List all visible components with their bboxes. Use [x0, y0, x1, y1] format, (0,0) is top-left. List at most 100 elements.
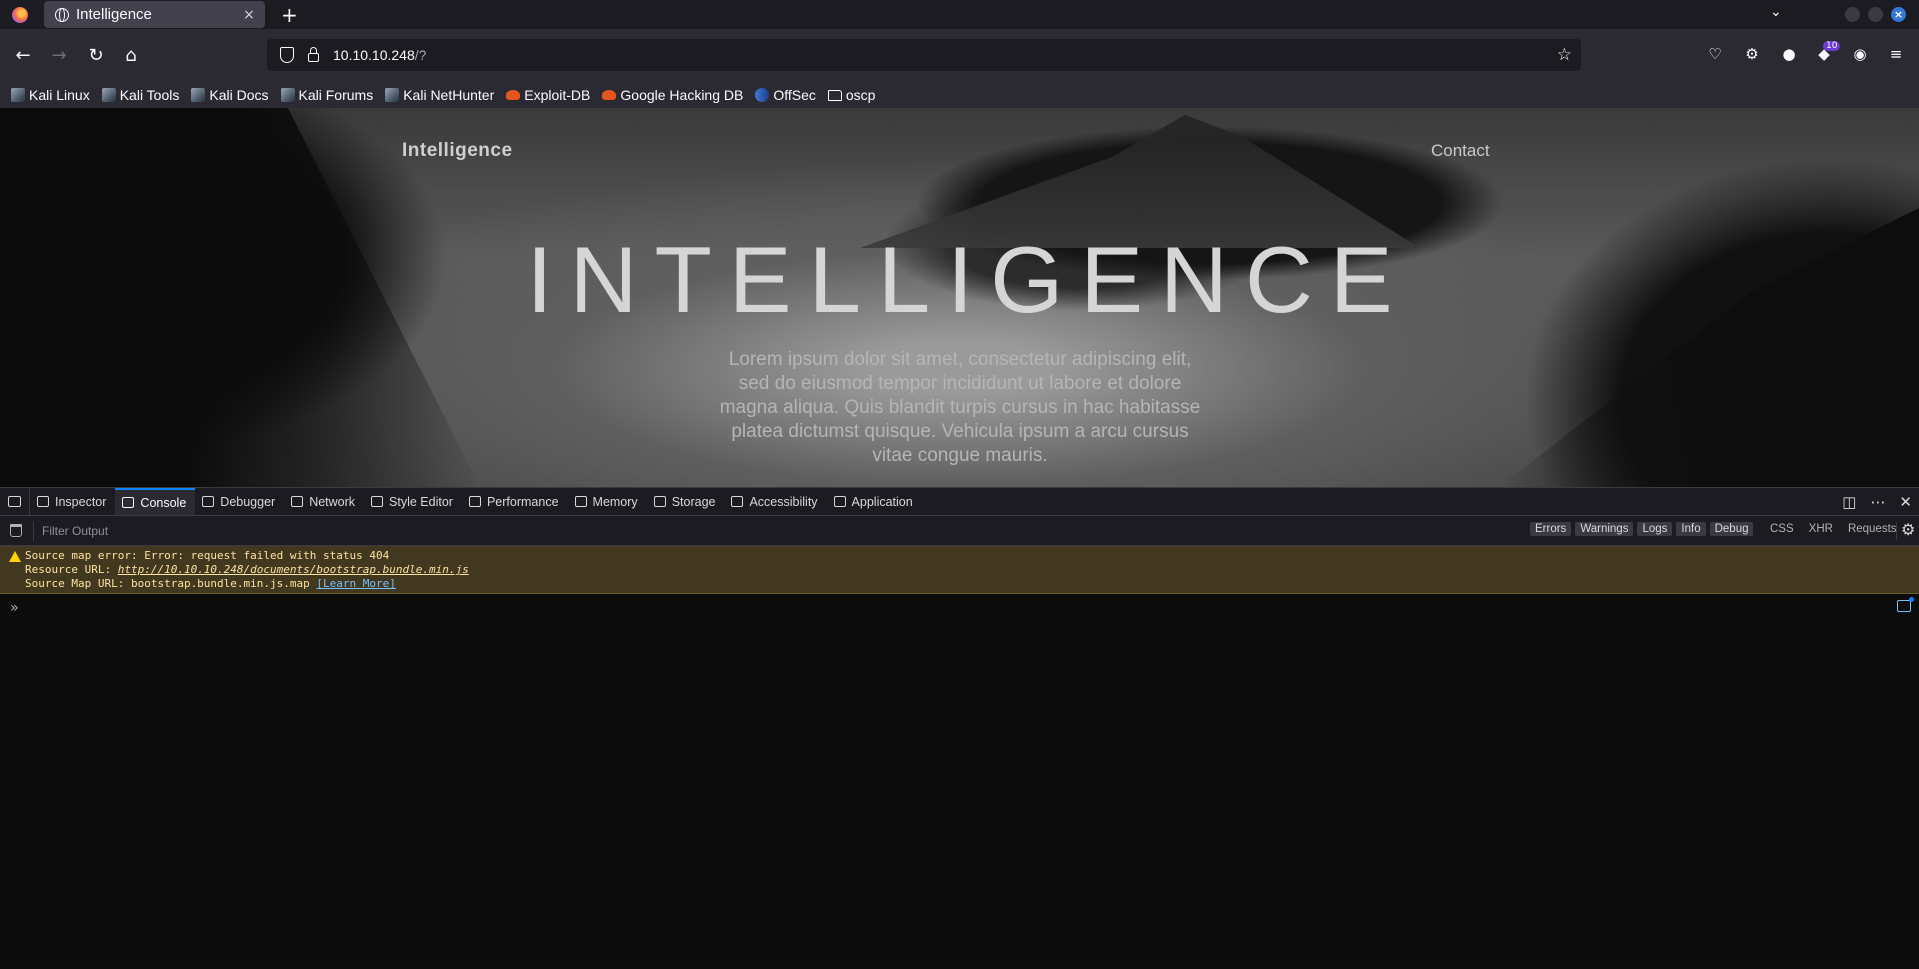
bookmark-kali-linux[interactable]: Kali Linux	[11, 87, 90, 103]
bookmark-google-hacking-db[interactable]: Google Hacking DB	[602, 87, 743, 103]
bookmark-label: Kali Forums	[298, 87, 374, 103]
contact-link[interactable]: Contact	[1431, 141, 1490, 161]
filter-logs-button[interactable]: Logs	[1637, 522, 1673, 536]
tab-style-editor[interactable]: Style Editor	[364, 488, 462, 515]
tab-bar: Intelligence × + ⌄ ×	[0, 0, 1919, 29]
warning-icon	[9, 551, 21, 562]
filter-xhr-button[interactable]: XHR	[1809, 523, 1833, 535]
source-map-line: Source Map URL: bootstrap.bundle.min.js.…	[25, 577, 1919, 591]
tab-label: Inspector	[55, 494, 107, 509]
bookmark-label: Kali Docs	[209, 87, 269, 103]
reload-button[interactable]: ↻	[80, 29, 112, 82]
multiline-editor-toggle-icon[interactable]	[1897, 597, 1914, 612]
bookmark-exploit-db[interactable]: Exploit-DB	[506, 87, 590, 103]
bookmark-folder-oscp[interactable]: oscp	[827, 87, 876, 103]
tab-application[interactable]: Application	[827, 488, 922, 515]
network-icon	[291, 496, 304, 507]
minimize-button[interactable]	[1845, 7, 1860, 22]
devtools-close-icon[interactable]: ✕	[1899, 493, 1912, 511]
pocket-icon[interactable]: ♡	[1705, 44, 1725, 64]
exploit-icon	[602, 90, 617, 100]
filter-requests-button[interactable]: Requests	[1848, 523, 1897, 535]
url-path: /?	[414, 47, 427, 63]
extension-badge: 10	[1823, 41, 1841, 51]
bookmark-kali-docs[interactable]: Kali Docs	[191, 87, 269, 103]
console-filter-bar: Errors Warnings Logs Info Debug CSS XHR …	[0, 516, 1919, 546]
extensions-icon[interactable]: ⚙	[1742, 44, 1762, 64]
tab-label: Network	[309, 494, 356, 509]
tab-label: Application	[851, 494, 913, 509]
globe-icon	[55, 7, 69, 22]
bookmark-label: oscp	[845, 87, 876, 103]
tab-console[interactable]: Console	[115, 488, 196, 515]
clear-console-icon[interactable]	[10, 524, 22, 537]
element-picker-button[interactable]	[0, 488, 30, 515]
inspector-icon	[37, 496, 49, 507]
bookmark-offsec[interactable]: OffSec	[755, 87, 816, 103]
tab-close-button[interactable]: ×	[239, 7, 259, 23]
tracking-shield-icon[interactable]	[280, 47, 294, 63]
tab-accessibility[interactable]: Accessibility	[724, 488, 826, 515]
url-text[interactable]: 10.10.10.248/?	[333, 47, 426, 63]
tab-network[interactable]: Network	[284, 488, 364, 515]
bookmark-star-icon[interactable]: ☆	[1557, 45, 1572, 65]
browser-tab[interactable]: Intelligence ×	[44, 1, 265, 28]
tab-memory[interactable]: Memory	[568, 488, 647, 515]
tab-label: Style Editor	[389, 494, 453, 509]
forward-button[interactable]: →	[43, 29, 75, 82]
window-close-button[interactable]: ×	[1891, 7, 1906, 22]
tab-debugger[interactable]: Debugger	[195, 488, 284, 515]
filter-warnings-button[interactable]: Warnings	[1575, 522, 1634, 536]
extension-red-icon[interactable]: ●	[1779, 44, 1799, 64]
filter-errors-button[interactable]: Errors	[1530, 522, 1572, 536]
folder-icon	[827, 89, 842, 101]
memory-icon	[574, 496, 587, 507]
hamburger-menu-icon[interactable]: ≡	[1886, 44, 1906, 64]
tab-storage[interactable]: Storage	[647, 488, 725, 515]
bookmark-label: Kali Tools	[119, 87, 180, 103]
console-settings-gear-icon[interactable]: ⚙	[1896, 522, 1915, 540]
resource-url-link[interactable]: http://10.10.10.248/documents/bootstrap.…	[118, 563, 469, 576]
bookmark-kali-nethunter[interactable]: Kali NetHunter	[385, 87, 494, 103]
url-host: 10.10.10.248	[333, 47, 415, 63]
tab-label: Performance	[486, 494, 559, 509]
kali-icon	[11, 88, 25, 102]
network-filters: CSS XHR Requests	[1770, 523, 1912, 535]
lock-icon[interactable]	[308, 46, 319, 62]
tab-performance[interactable]: Performance	[462, 488, 568, 515]
kali-icon	[101, 88, 116, 102]
bookmarks-toolbar: Kali Linux Kali Tools Kali Docs Kali For…	[0, 82, 1919, 108]
kali-icon	[385, 88, 400, 102]
learn-more-link[interactable]: [Learn More]	[316, 577, 395, 590]
filter-css-button[interactable]: CSS	[1770, 523, 1794, 535]
storage-icon	[653, 496, 666, 507]
home-button[interactable]: ⌂	[115, 29, 147, 82]
firefox-icon[interactable]	[12, 6, 28, 23]
dock-side-icon[interactable]: ◫	[1842, 493, 1856, 511]
more-options-icon[interactable]: ⋯	[1870, 493, 1885, 511]
chevron-down-icon[interactable]: ⌄	[1770, 4, 1782, 20]
bookmark-kali-forums[interactable]: Kali Forums	[280, 87, 374, 103]
console-input-prompt[interactable]: »	[10, 600, 18, 616]
filter-debug-button[interactable]: Debug	[1709, 522, 1754, 536]
bookmark-kali-tools[interactable]: Kali Tools	[101, 87, 180, 103]
extension-palette-icon[interactable]: ◉	[1850, 44, 1870, 64]
bookmark-label: Google Hacking DB	[620, 87, 744, 103]
maximize-button[interactable]	[1868, 7, 1883, 22]
site-brand-link[interactable]: Intelligence	[402, 140, 513, 162]
tab-label: Console	[140, 495, 187, 510]
url-bar[interactable]: 10.10.10.248/? ☆	[267, 39, 1581, 71]
new-tab-button[interactable]: +	[281, 3, 298, 27]
filter-info-button[interactable]: Info	[1676, 522, 1706, 536]
tab-label: Storage	[671, 494, 716, 509]
console-icon	[122, 497, 135, 508]
resource-url-label: Resource URL:	[25, 563, 118, 576]
devtools-toolbar: Inspector Console Debugger Network Style…	[0, 487, 1919, 516]
hero-title: INTELLIGENCE	[526, 227, 1410, 332]
back-button[interactable]: ←	[7, 29, 39, 82]
filter-output-input[interactable]	[42, 523, 642, 538]
resource-url-line: Resource URL: http://10.10.10.248/docume…	[25, 563, 1919, 577]
tab-label: Memory	[592, 494, 638, 509]
tab-inspector[interactable]: Inspector	[30, 488, 115, 515]
bookmark-label: Kali NetHunter	[403, 87, 495, 103]
